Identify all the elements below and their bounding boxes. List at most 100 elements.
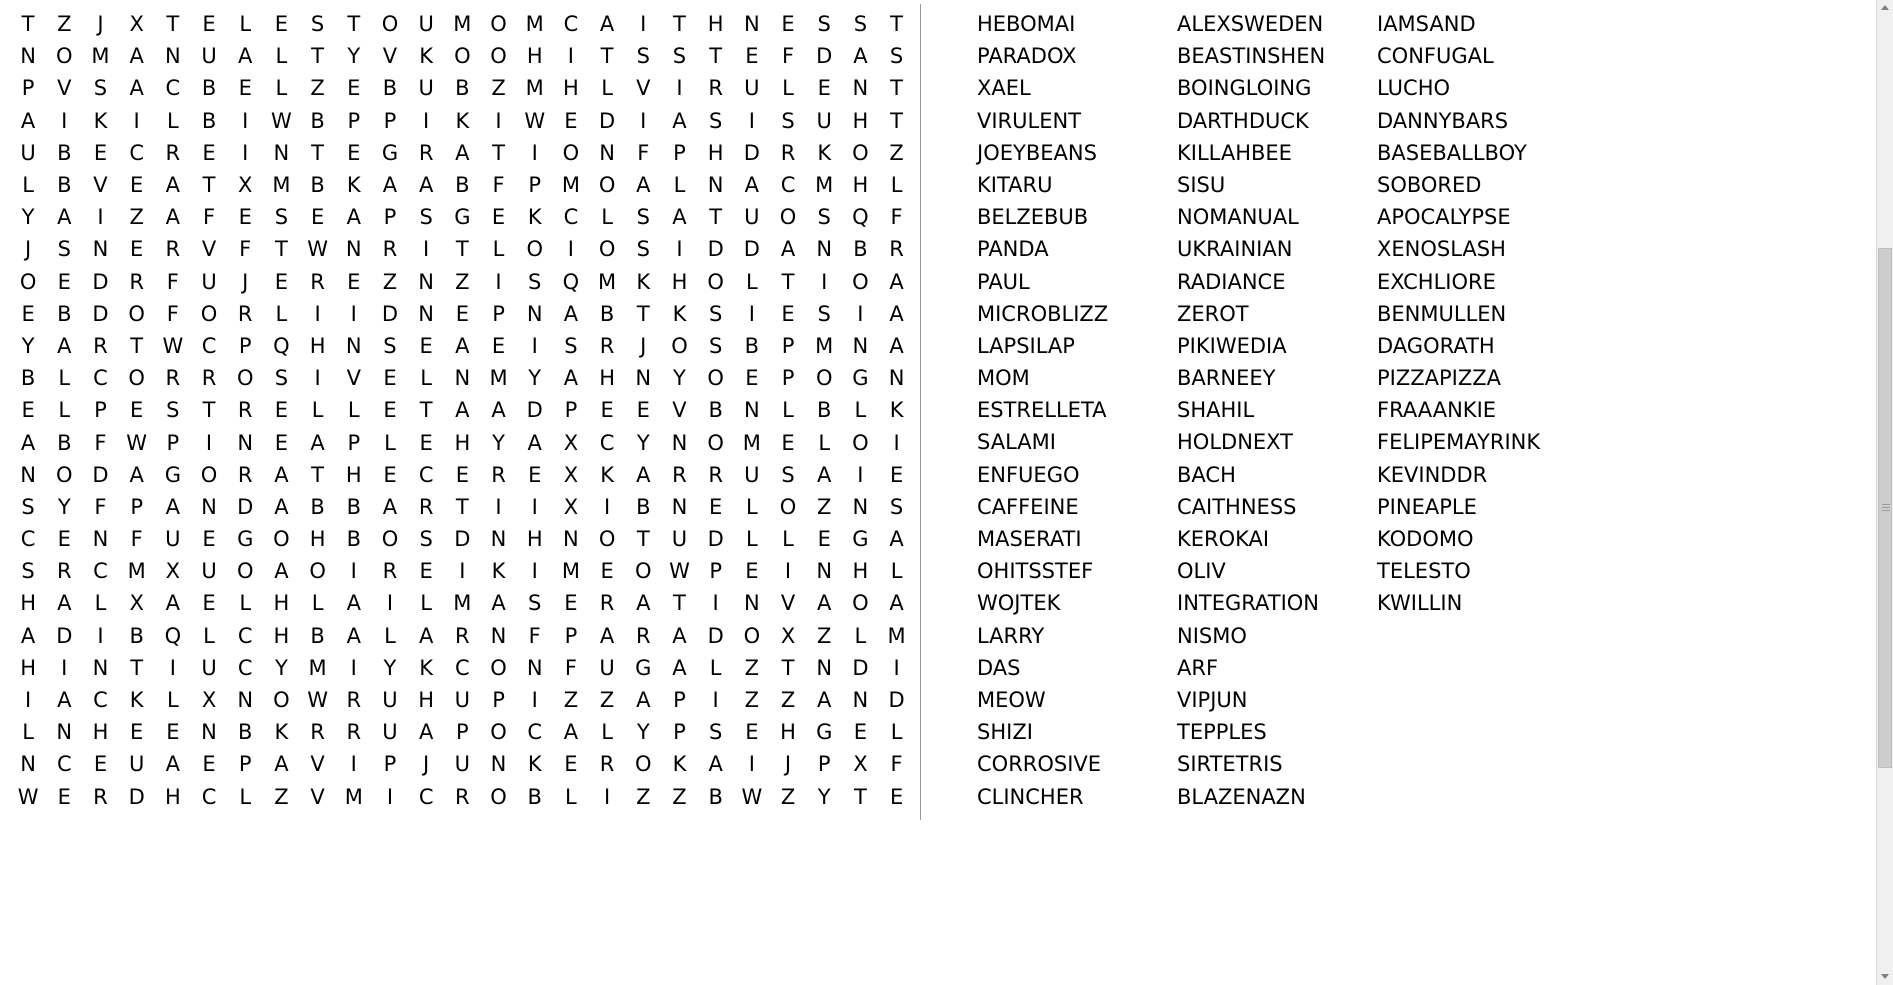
grid-cell[interactable]: B <box>10 362 46 394</box>
grid-cell[interactable]: M <box>517 8 553 40</box>
grid-cell[interactable]: N <box>336 330 372 362</box>
grid-cell[interactable]: F <box>879 748 915 780</box>
grid-cell[interactable]: H <box>698 8 734 40</box>
grid-cell[interactable]: N <box>734 587 770 619</box>
grid-cell[interactable]: C <box>444 652 480 684</box>
grid-cell[interactable]: O <box>10 266 46 298</box>
word-list-item[interactable]: FELIPEMAYRINK <box>1377 426 1637 458</box>
grid-cell[interactable]: C <box>46 748 82 780</box>
grid-cell[interactable]: E <box>119 716 155 748</box>
grid-cell[interactable]: A <box>625 684 661 716</box>
grid-cell[interactable]: A <box>480 394 516 426</box>
word-list-item[interactable]: OHITSSTEF <box>977 555 1177 587</box>
scroll-up-arrow-icon[interactable] <box>1877 0 1893 16</box>
grid-cell[interactable]: M <box>517 72 553 104</box>
grid-cell[interactable]: B <box>191 105 227 137</box>
grid-cell[interactable]: I <box>698 587 734 619</box>
grid-cell[interactable]: S <box>770 459 806 491</box>
word-list-item[interactable]: BASEBALLBOY <box>1377 137 1637 169</box>
grid-cell[interactable]: L <box>734 491 770 523</box>
grid-cell[interactable]: W <box>155 330 191 362</box>
grid-cell[interactable]: C <box>82 362 118 394</box>
grid-cell[interactable]: L <box>300 394 336 426</box>
grid-cell[interactable]: L <box>734 523 770 555</box>
word-list-item[interactable]: BACH <box>1177 459 1377 491</box>
grid-cell[interactable]: E <box>191 523 227 555</box>
grid-cell[interactable]: A <box>625 587 661 619</box>
grid-cell[interactable]: I <box>408 105 444 137</box>
grid-cell[interactable]: O <box>842 266 878 298</box>
grid-cell[interactable]: Y <box>806 781 842 813</box>
grid-cell[interactable]: N <box>806 555 842 587</box>
word-list-item[interactable]: WOJTEK <box>977 587 1177 619</box>
grid-cell[interactable]: E <box>336 72 372 104</box>
grid-cell[interactable]: A <box>336 620 372 652</box>
grid-cell[interactable]: S <box>263 362 299 394</box>
grid-cell[interactable]: O <box>480 40 516 72</box>
grid-cell[interactable]: T <box>879 72 915 104</box>
grid-cell[interactable]: E <box>227 72 263 104</box>
vertical-scrollbar[interactable] <box>1876 0 1893 985</box>
grid-cell[interactable]: I <box>770 555 806 587</box>
word-list-item[interactable]: HEBOMAI <box>977 8 1177 40</box>
grid-cell[interactable]: Z <box>263 781 299 813</box>
grid-cell[interactable]: B <box>734 330 770 362</box>
grid-cell[interactable]: H <box>842 105 878 137</box>
grid-cell[interactable]: B <box>191 72 227 104</box>
grid-cell[interactable]: R <box>336 716 372 748</box>
grid-cell[interactable]: U <box>119 748 155 780</box>
grid-cell[interactable]: N <box>879 362 915 394</box>
grid-cell[interactable]: O <box>842 427 878 459</box>
grid-cell[interactable]: H <box>517 523 553 555</box>
grid-cell[interactable]: I <box>661 72 697 104</box>
grid-cell[interactable]: B <box>227 716 263 748</box>
grid-cell[interactable]: S <box>155 394 191 426</box>
grid-cell[interactable]: R <box>227 298 263 330</box>
grid-cell[interactable]: M <box>82 40 118 72</box>
grid-cell[interactable]: I <box>10 684 46 716</box>
grid-cell[interactable]: H <box>82 716 118 748</box>
grid-cell[interactable]: S <box>82 72 118 104</box>
grid-cell[interactable]: L <box>263 72 299 104</box>
grid-cell[interactable]: O <box>842 137 878 169</box>
grid-cell[interactable]: I <box>842 459 878 491</box>
grid-cell[interactable]: C <box>191 330 227 362</box>
grid-cell[interactable]: P <box>336 105 372 137</box>
grid-cell[interactable]: I <box>82 620 118 652</box>
grid-cell[interactable]: N <box>842 330 878 362</box>
grid-cell[interactable]: S <box>698 105 734 137</box>
grid-cell[interactable]: E <box>191 137 227 169</box>
grid-cell[interactable]: E <box>517 459 553 491</box>
grid-cell[interactable]: L <box>227 781 263 813</box>
grid-cell[interactable]: S <box>300 8 336 40</box>
grid-cell[interactable]: D <box>82 459 118 491</box>
grid-cell[interactable]: C <box>517 716 553 748</box>
grid-cell[interactable]: O <box>263 684 299 716</box>
grid-cell[interactable]: A <box>408 169 444 201</box>
grid-cell[interactable]: O <box>589 523 625 555</box>
grid-cell[interactable]: L <box>661 169 697 201</box>
grid-cell[interactable]: M <box>119 555 155 587</box>
grid-cell[interactable]: L <box>480 233 516 265</box>
grid-cell[interactable]: M <box>879 620 915 652</box>
grid-cell[interactable]: F <box>191 201 227 233</box>
grid-cell[interactable]: O <box>263 523 299 555</box>
grid-cell[interactable]: P <box>444 716 480 748</box>
grid-cell[interactable]: U <box>191 652 227 684</box>
word-list-item[interactable]: PINEAPLE <box>1377 491 1637 523</box>
grid-cell[interactable]: S <box>46 233 82 265</box>
grid-cell[interactable]: R <box>589 748 625 780</box>
word-list-item[interactable]: PAUL <box>977 266 1177 298</box>
grid-cell[interactable]: T <box>480 137 516 169</box>
grid-cell[interactable]: I <box>336 298 372 330</box>
grid-cell[interactable]: I <box>46 105 82 137</box>
grid-cell[interactable]: X <box>553 427 589 459</box>
word-list-item[interactable]: CAITHNESS <box>1177 491 1377 523</box>
letter-grid[interactable]: TZJXTELESTOUMOMCAITHNESSTNOMANUALTYVKOOH… <box>0 0 920 813</box>
grid-cell[interactable]: N <box>191 716 227 748</box>
grid-cell[interactable]: Y <box>625 427 661 459</box>
grid-cell[interactable]: R <box>444 781 480 813</box>
grid-cell[interactable]: F <box>879 201 915 233</box>
grid-cell[interactable]: S <box>698 716 734 748</box>
grid-cell[interactable]: C <box>119 137 155 169</box>
